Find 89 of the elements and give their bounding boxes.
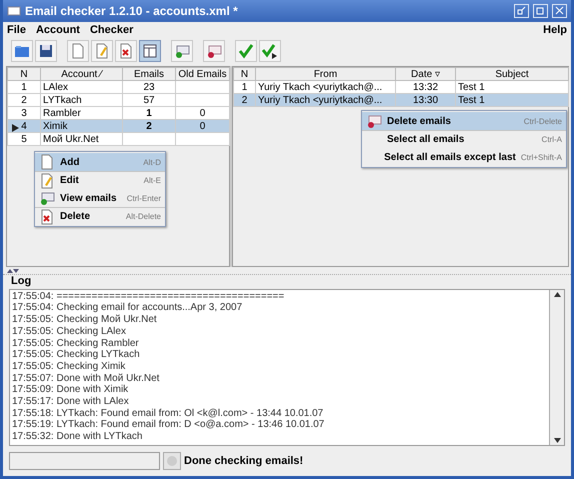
close-button[interactable]	[552, 4, 567, 18]
table-cell[interactable]: LAlex	[40, 80, 122, 94]
menu-item[interactable]: Add Alt-D	[35, 153, 165, 172]
table-cell: 2	[122, 120, 176, 133]
checkmark-icon	[238, 43, 254, 60]
document-icon	[70, 43, 86, 60]
table-cell: 1	[234, 80, 256, 94]
toolbar-button[interactable]	[139, 40, 161, 62]
log-line: 17:55:19: LYTkach: Found email from: D <o@a.com> - 13:46 10.01.07	[12, 419, 326, 431]
scrollbar[interactable]	[549, 290, 564, 446]
column-header[interactable]: Account ⁄	[40, 68, 122, 81]
table-cell: 2	[234, 94, 256, 107]
log-line: 17:55:07: Done with Мой Ukr.Net	[12, 372, 160, 384]
pencil-document-icon	[39, 172, 55, 189]
collapse-arrows-icon[interactable]	[7, 268, 19, 274]
column-header[interactable]: Old Emails	[176, 68, 230, 81]
envelope-icon	[366, 113, 382, 130]
table-cell: 1	[122, 106, 176, 120]
maximize-icon	[536, 6, 545, 16]
log-line: 17:55:05: Checking LYTkach	[12, 349, 141, 361]
pencil-document-icon	[94, 43, 110, 60]
table-cell: 23	[122, 80, 176, 94]
status-message: Done checking emails!	[184, 455, 304, 468]
checkmark-arrow-icon	[262, 43, 278, 60]
table-cell: 57	[122, 94, 176, 107]
menu-item[interactable]: View emails Ctrl-Enter	[35, 189, 165, 208]
menu-item[interactable]: Select all emails except last Ctrl+Shift-A	[362, 148, 566, 166]
table-cell: 13:32	[396, 80, 456, 94]
window-title: Email checker 1.2.10 - accounts.xml *	[25, 4, 239, 18]
delete-document-icon	[118, 43, 134, 60]
column-header[interactable]: N	[234, 68, 256, 81]
log-line: 17:55:18: LYTkach: Found email from: Ol <k@l.com> - 13:44 10.01.07	[12, 408, 324, 420]
toolbar-button[interactable]	[259, 40, 281, 62]
log-line: 17:55:05: Checking Rambler	[12, 338, 140, 350]
table-cell: Test 1	[456, 94, 568, 107]
table-cell: 13:30	[396, 94, 456, 107]
document-icon	[39, 154, 55, 170]
panel-title: Log	[10, 274, 32, 289]
column-header[interactable]: N	[8, 68, 40, 81]
scroll-up-icon[interactable]	[554, 292, 560, 297]
menu-item[interactable]: Select all emails Ctrl-A	[362, 130, 566, 148]
menu-item[interactable]: File	[7, 24, 26, 36]
delete-document-icon	[39, 208, 55, 225]
column-header[interactable]: From	[256, 68, 396, 81]
scroll-down-icon[interactable]	[554, 438, 560, 444]
log-line: 17:55:17: Done with LAlex	[12, 396, 130, 408]
table-cell: 1	[8, 80, 40, 94]
status-icon	[163, 452, 181, 470]
table-cell: 5	[8, 132, 40, 146]
menu-item[interactable]: Help	[543, 24, 567, 36]
minimize-button[interactable]	[514, 4, 529, 18]
column-header[interactable]: Subject	[456, 68, 568, 81]
table-cell[interactable]: Мой Ukr.Net	[40, 132, 122, 146]
table-cell: 0	[176, 120, 230, 133]
table-cell: 2	[8, 94, 40, 107]
table-cell[interactable]: Rambler	[40, 106, 122, 120]
log-line: 17:55:32: Done with LYTkach	[12, 431, 144, 443]
menu-item[interactable]: Edit Alt-E	[35, 171, 165, 190]
table-cell: 0	[176, 106, 230, 120]
menu-item[interactable]: Account	[36, 24, 80, 36]
current-row-icon	[12, 124, 19, 132]
table-cell[interactable]: Ximik	[40, 120, 122, 133]
close-icon	[555, 6, 564, 16]
table-cell: 4	[8, 120, 40, 133]
maximize-button[interactable]	[533, 4, 548, 18]
log-line: 17:55:05: Checking LAlex	[12, 326, 127, 338]
log-line: 17:55:05: Checking Ximik	[12, 360, 126, 373]
menu-item[interactable]: Checker	[90, 24, 134, 36]
envelope-icon	[39, 190, 55, 206]
log-line: 17:55:09: Done with Ximik	[12, 384, 130, 396]
log-line: 17:55:05: Checking Мой Ukr.Net	[12, 314, 158, 326]
table-view-icon	[142, 43, 158, 60]
table-cell[interactable]: Yuriy Tkach <yuriytkach@...	[256, 80, 396, 94]
folder-icon	[14, 43, 30, 60]
table-cell: Test 1	[456, 80, 568, 94]
minimize-icon	[517, 6, 526, 16]
table-cell[interactable]: Yuriy Tkach <yuriytkach@...	[256, 94, 396, 107]
envelope-icon	[206, 43, 222, 60]
table-cell[interactable]: LYTkach	[40, 94, 122, 107]
column-header[interactable]: Emails	[122, 68, 176, 81]
menu-item[interactable]: Delete emails Ctrl-Delete	[362, 112, 566, 130]
table-cell: 3	[8, 106, 40, 120]
envelope-icon	[174, 43, 190, 60]
column-header[interactable]: Date ▿	[396, 68, 456, 81]
envelope-icon	[7, 4, 21, 18]
menu-item[interactable]: Delete Alt-Delete	[35, 207, 165, 226]
log-line: 17:55:04: Checking email for accounts...Apr 3, 2007	[12, 302, 244, 314]
log-line: 17:55:04: =======================================	[12, 290, 286, 302]
toolbar-button[interactable]	[35, 40, 57, 62]
